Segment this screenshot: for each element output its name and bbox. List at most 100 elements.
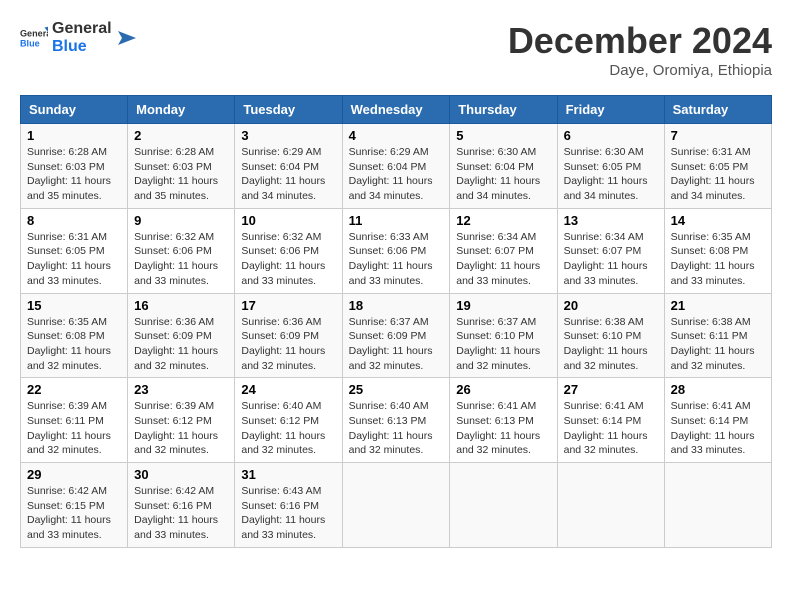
day-number: 5 bbox=[456, 128, 550, 143]
day-info: Sunrise: 6:30 AMSunset: 6:04 PMDaylight:… bbox=[456, 146, 540, 202]
calendar-row: 29 Sunrise: 6:42 AMSunset: 6:15 PMDayligh… bbox=[21, 463, 772, 548]
day-info: Sunrise: 6:38 AMSunset: 6:10 PMDaylight:… bbox=[564, 316, 648, 372]
day-info: Sunrise: 6:35 AMSunset: 6:08 PMDaylight:… bbox=[27, 316, 111, 372]
day-info: Sunrise: 6:40 AMSunset: 6:12 PMDaylight:… bbox=[241, 400, 325, 456]
day-number: 21 bbox=[671, 298, 765, 313]
day-info: Sunrise: 6:34 AMSunset: 6:07 PMDaylight:… bbox=[456, 231, 540, 287]
day-info: Sunrise: 6:40 AMSunset: 6:13 PMDaylight:… bbox=[349, 400, 433, 456]
day-number: 3 bbox=[241, 128, 335, 143]
day-number: 31 bbox=[241, 467, 335, 482]
day-number: 7 bbox=[671, 128, 765, 143]
day-info: Sunrise: 6:37 AMSunset: 6:10 PMDaylight:… bbox=[456, 316, 540, 372]
day-number: 10 bbox=[241, 213, 335, 228]
day-info: Sunrise: 6:33 AMSunset: 6:06 PMDaylight:… bbox=[349, 231, 433, 287]
calendar-cell: 29 Sunrise: 6:42 AMSunset: 6:15 PMDayligh… bbox=[21, 463, 128, 548]
calendar-body: 1 Sunrise: 6:28 AMSunset: 6:03 PMDaylight… bbox=[21, 124, 772, 548]
calendar-cell: 2 Sunrise: 6:28 AMSunset: 6:03 PMDaylight… bbox=[128, 124, 235, 209]
calendar-cell: 31 Sunrise: 6:43 AMSunset: 6:16 PMDayligh… bbox=[235, 463, 342, 548]
calendar-cell: 25 Sunrise: 6:40 AMSunset: 6:13 PMDayligh… bbox=[342, 378, 450, 463]
calendar-cell: 5 Sunrise: 6:30 AMSunset: 6:04 PMDaylight… bbox=[450, 124, 557, 209]
day-info: Sunrise: 6:34 AMSunset: 6:07 PMDaylight:… bbox=[564, 231, 648, 287]
day-number: 12 bbox=[456, 213, 550, 228]
title-block: December 2024 Daye, Oromiya, Ethiopia bbox=[508, 20, 772, 79]
logo-arrow-icon bbox=[116, 27, 138, 49]
day-number: 14 bbox=[671, 213, 765, 228]
calendar-cell: 18 Sunrise: 6:37 AMSunset: 6:09 PMDayligh… bbox=[342, 293, 450, 378]
header-row: Sunday Monday Tuesday Wednesday Thursday… bbox=[21, 96, 772, 124]
day-number: 2 bbox=[134, 128, 228, 143]
day-number: 19 bbox=[456, 298, 550, 313]
day-number: 18 bbox=[349, 298, 444, 313]
calendar-cell: 19 Sunrise: 6:37 AMSunset: 6:10 PMDayligh… bbox=[450, 293, 557, 378]
svg-text:Blue: Blue bbox=[20, 38, 40, 48]
day-info: Sunrise: 6:43 AMSunset: 6:16 PMDaylight:… bbox=[241, 485, 325, 541]
header-tuesday: Tuesday bbox=[235, 96, 342, 124]
header-monday: Monday bbox=[128, 96, 235, 124]
day-number: 4 bbox=[349, 128, 444, 143]
month-title: December 2024 bbox=[508, 20, 772, 62]
day-info: Sunrise: 6:32 AMSunset: 6:06 PMDaylight:… bbox=[134, 231, 218, 287]
logo: General Blue General Blue bbox=[20, 20, 138, 55]
calendar-cell: 14 Sunrise: 6:35 AMSunset: 6:08 PMDayligh… bbox=[664, 208, 771, 293]
day-number: 29 bbox=[27, 467, 121, 482]
header-sunday: Sunday bbox=[21, 96, 128, 124]
calendar-cell: 17 Sunrise: 6:36 AMSunset: 6:09 PMDayligh… bbox=[235, 293, 342, 378]
location: Daye, Oromiya, Ethiopia bbox=[508, 62, 772, 79]
day-number: 26 bbox=[456, 382, 550, 397]
calendar-cell: 24 Sunrise: 6:40 AMSunset: 6:12 PMDayligh… bbox=[235, 378, 342, 463]
calendar-table: Sunday Monday Tuesday Wednesday Thursday… bbox=[20, 95, 772, 548]
day-info: Sunrise: 6:42 AMSunset: 6:15 PMDaylight:… bbox=[27, 485, 111, 541]
day-info: Sunrise: 6:42 AMSunset: 6:16 PMDaylight:… bbox=[134, 485, 218, 541]
day-info: Sunrise: 6:31 AMSunset: 6:05 PMDaylight:… bbox=[27, 231, 111, 287]
day-info: Sunrise: 6:41 AMSunset: 6:14 PMDaylight:… bbox=[671, 400, 755, 456]
day-info: Sunrise: 6:29 AMSunset: 6:04 PMDaylight:… bbox=[349, 146, 433, 202]
day-number: 24 bbox=[241, 382, 335, 397]
day-number: 17 bbox=[241, 298, 335, 313]
calendar-cell: 20Sunrise: 6:38 AMSunset: 6:10 PMDayligh… bbox=[557, 293, 664, 378]
logo-icon: General Blue bbox=[20, 24, 48, 52]
day-info: Sunrise: 6:39 AMSunset: 6:12 PMDaylight:… bbox=[134, 400, 218, 456]
day-number: 28 bbox=[671, 382, 765, 397]
header-wednesday: Wednesday bbox=[342, 96, 450, 124]
day-info: Sunrise: 6:28 AMSunset: 6:03 PMDaylight:… bbox=[134, 146, 218, 202]
page-header: General Blue General Blue December 2024 … bbox=[20, 20, 772, 79]
calendar-cell: 9 Sunrise: 6:32 AMSunset: 6:06 PMDaylight… bbox=[128, 208, 235, 293]
calendar-cell: 15 Sunrise: 6:35 AMSunset: 6:08 PMDayligh… bbox=[21, 293, 128, 378]
calendar-row: 1 Sunrise: 6:28 AMSunset: 6:03 PMDaylight… bbox=[21, 124, 772, 209]
day-number: 27 bbox=[564, 382, 658, 397]
day-number: 15 bbox=[27, 298, 121, 313]
day-number: 1 bbox=[27, 128, 121, 143]
calendar-row: 8Sunrise: 6:31 AMSunset: 6:05 PMDaylight… bbox=[21, 208, 772, 293]
calendar-cell bbox=[557, 463, 664, 548]
calendar-cell: 26 Sunrise: 6:41 AMSunset: 6:13 PMDayligh… bbox=[450, 378, 557, 463]
calendar-cell: 7Sunrise: 6:31 AMSunset: 6:05 PMDaylight… bbox=[664, 124, 771, 209]
calendar-row: 22 Sunrise: 6:39 AMSunset: 6:11 PMDayligh… bbox=[21, 378, 772, 463]
day-info: Sunrise: 6:38 AMSunset: 6:11 PMDaylight:… bbox=[671, 316, 755, 372]
day-info: Sunrise: 6:41 AMSunset: 6:14 PMDaylight:… bbox=[564, 400, 648, 456]
day-info: Sunrise: 6:32 AMSunset: 6:06 PMDaylight:… bbox=[241, 231, 325, 287]
day-info: Sunrise: 6:35 AMSunset: 6:08 PMDaylight:… bbox=[671, 231, 755, 287]
day-number: 11 bbox=[349, 213, 444, 228]
day-info: Sunrise: 6:36 AMSunset: 6:09 PMDaylight:… bbox=[241, 316, 325, 372]
day-info: Sunrise: 6:28 AMSunset: 6:03 PMDaylight:… bbox=[27, 146, 111, 202]
calendar-cell: 4 Sunrise: 6:29 AMSunset: 6:04 PMDaylight… bbox=[342, 124, 450, 209]
day-info: Sunrise: 6:39 AMSunset: 6:11 PMDaylight:… bbox=[27, 400, 111, 456]
calendar-row: 15 Sunrise: 6:35 AMSunset: 6:08 PMDayligh… bbox=[21, 293, 772, 378]
calendar-cell bbox=[342, 463, 450, 548]
header-thursday: Thursday bbox=[450, 96, 557, 124]
calendar-cell: 1 Sunrise: 6:28 AMSunset: 6:03 PMDaylight… bbox=[21, 124, 128, 209]
calendar-cell: 10 Sunrise: 6:32 AMSunset: 6:06 PMDayligh… bbox=[235, 208, 342, 293]
day-number: 25 bbox=[349, 382, 444, 397]
day-info: Sunrise: 6:41 AMSunset: 6:13 PMDaylight:… bbox=[456, 400, 540, 456]
day-number: 9 bbox=[134, 213, 228, 228]
calendar-cell: 3 Sunrise: 6:29 AMSunset: 6:04 PMDaylight… bbox=[235, 124, 342, 209]
day-info: Sunrise: 6:29 AMSunset: 6:04 PMDaylight:… bbox=[241, 146, 325, 202]
svg-text:General: General bbox=[20, 28, 48, 38]
day-info: Sunrise: 6:30 AMSunset: 6:05 PMDaylight:… bbox=[564, 146, 648, 202]
calendar-cell: 6Sunrise: 6:30 AMSunset: 6:05 PMDaylight… bbox=[557, 124, 664, 209]
calendar-cell: 30Sunrise: 6:42 AMSunset: 6:16 PMDayligh… bbox=[128, 463, 235, 548]
day-info: Sunrise: 6:37 AMSunset: 6:09 PMDaylight:… bbox=[349, 316, 433, 372]
calendar-cell: 27 Sunrise: 6:41 AMSunset: 6:14 PMDayligh… bbox=[557, 378, 664, 463]
header-saturday: Saturday bbox=[664, 96, 771, 124]
day-number: 22 bbox=[27, 382, 121, 397]
